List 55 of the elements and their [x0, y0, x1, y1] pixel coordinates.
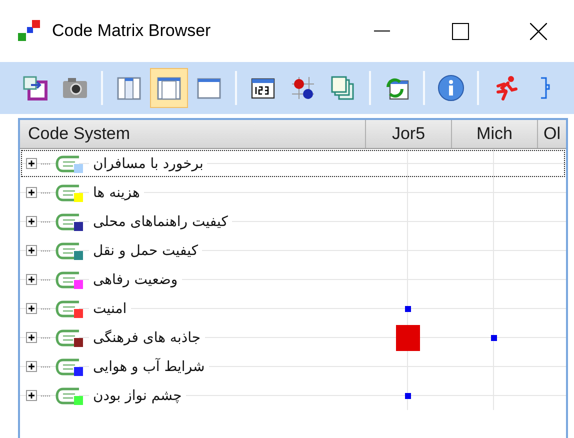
- code-label[interactable]: امنیت: [89, 300, 131, 316]
- code-icon: [55, 270, 81, 290]
- tree-connector: [41, 394, 51, 396]
- tree-connector: [41, 308, 51, 310]
- close-icon: [530, 22, 546, 40]
- column-header[interactable]: Jor5: [365, 120, 451, 148]
- panel-layout-icon: [156, 75, 182, 101]
- expand-icon[interactable]: [26, 361, 37, 372]
- expand-icon[interactable]: [26, 332, 37, 343]
- code-icon: [55, 386, 81, 406]
- code-icon: [55, 240, 81, 260]
- code-label[interactable]: جاذبه های فرهنگی: [89, 330, 204, 346]
- expand-icon[interactable]: [26, 245, 37, 256]
- tree-connector: [41, 192, 51, 194]
- code-icon: [55, 356, 81, 376]
- camera-icon: [62, 77, 88, 99]
- expand-icon[interactable]: [26, 187, 37, 198]
- minimize-icon: [374, 30, 390, 32]
- code-icon: [55, 154, 81, 174]
- code-icon: [55, 298, 81, 318]
- info-icon: [437, 74, 465, 102]
- column-header[interactable]: Mich: [451, 120, 537, 148]
- molecule-icon: [290, 75, 316, 101]
- expand-icon[interactable]: [26, 216, 37, 227]
- column-header[interactable]: Ol: [537, 120, 566, 148]
- maximize-icon: [452, 22, 468, 40]
- tree-connector: [41, 336, 51, 338]
- code-icon: [55, 182, 81, 202]
- code-label[interactable]: شرایط آب و هوایی: [89, 358, 209, 374]
- app-logo-icon: [18, 20, 40, 42]
- export-icon: [22, 75, 48, 101]
- code-label[interactable]: چشم نواز بودن: [89, 388, 186, 404]
- code-label[interactable]: وضعیت رفاهی: [89, 272, 182, 288]
- column-layout-icon: [116, 75, 142, 101]
- tree-connector: [41, 250, 51, 252]
- code-label[interactable]: کیفیت راهنماهای محلی: [89, 214, 232, 230]
- expand-icon[interactable]: [26, 390, 37, 401]
- tree-connector: [41, 162, 51, 164]
- tree-connector: [41, 220, 51, 222]
- copy-icon: [330, 75, 356, 101]
- tree-connector: [41, 278, 51, 280]
- code-label[interactable]: برخورد با مسافران: [89, 156, 208, 172]
- column-header[interactable]: Code System: [20, 120, 365, 148]
- code-label[interactable]: کیفیت حمل و نقل: [89, 242, 202, 258]
- code-label[interactable]: هزینه ها: [89, 184, 144, 200]
- expand-icon[interactable]: [26, 158, 37, 169]
- number-icon: [250, 76, 276, 100]
- code-icon: [55, 328, 81, 348]
- expand-icon[interactable]: [26, 274, 37, 285]
- window-icon: [196, 76, 222, 100]
- window-title: Code Matrix Browser: [52, 21, 212, 41]
- tree-connector: [41, 366, 51, 368]
- sidebar-icon: [539, 75, 551, 101]
- expand-icon[interactable]: [26, 303, 37, 314]
- code-icon: [55, 212, 81, 232]
